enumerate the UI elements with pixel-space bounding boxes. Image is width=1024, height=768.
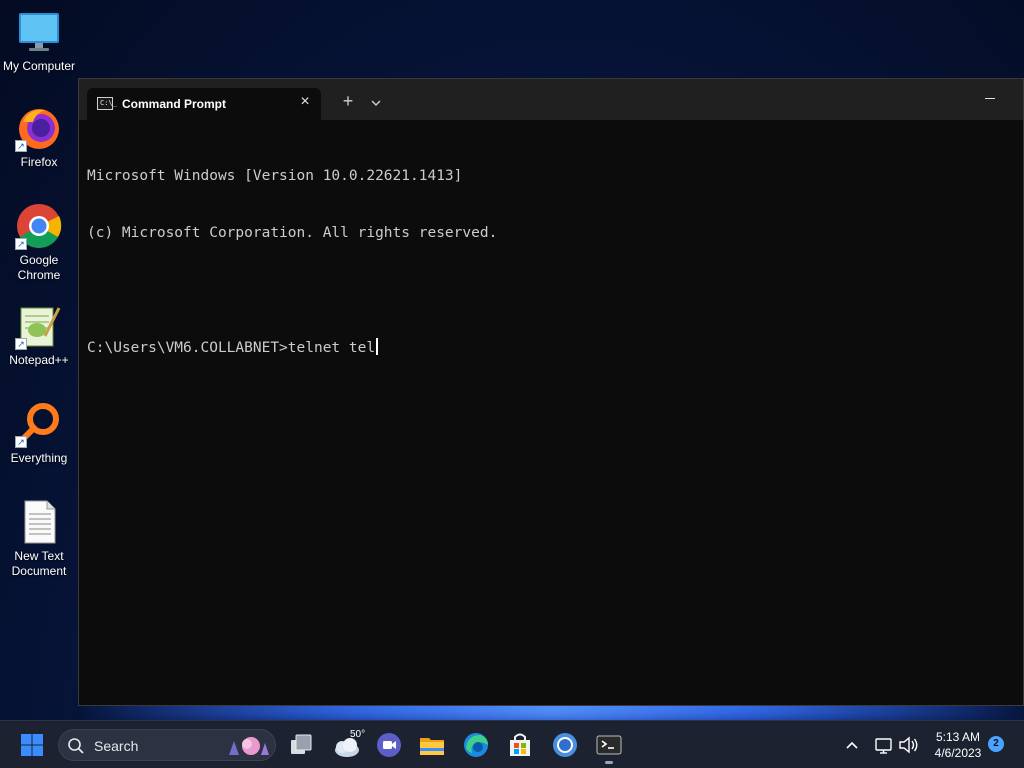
shortcut-arrow-icon: ↗: [15, 436, 27, 448]
search-label: Search: [94, 738, 139, 754]
microsoft-store-button[interactable]: [504, 729, 536, 761]
everything-icon: ↗: [15, 400, 63, 448]
desktop-icon-firefox[interactable]: ↗ Firefox: [0, 104, 78, 170]
console-line: Microsoft Windows [Version 10.0.22621.14…: [87, 168, 463, 184]
desktop-icon-new-text-document[interactable]: New Text Document: [0, 498, 78, 579]
windows-logo-icon: [21, 734, 43, 756]
terminal-taskbar-button[interactable]: [593, 729, 625, 764]
console-output[interactable]: Microsoft Windows [Version 10.0.22621.14…: [87, 129, 1015, 697]
store-icon: [510, 733, 530, 756]
volume-button[interactable]: [892, 729, 924, 761]
weather-temperature: 50°: [350, 729, 366, 740]
taskbar: Search 50° 5:13 AM 4/6/2023: [0, 720, 1024, 768]
search-highlight-art-icon: [229, 737, 269, 755]
search-icon: [68, 738, 84, 754]
desktop-icon-label: My Computer: [2, 59, 76, 73]
shortcut-arrow-icon: ↗: [15, 238, 27, 250]
desktop-icon-notepadpp[interactable]: ↗ Notepad++: [0, 302, 78, 368]
notepadpp-icon: ↗: [15, 302, 63, 350]
tab-command-prompt[interactable]: C:\_ Command Prompt ×: [87, 88, 321, 120]
text-cursor: [376, 338, 379, 355]
desktop-icon-chrome[interactable]: ↗ Google Chrome: [0, 202, 78, 283]
clock-time: 5:13 AM: [935, 730, 981, 744]
folder-icon: [420, 738, 444, 755]
video-chat-icon: [377, 733, 401, 757]
chrome-icon: [553, 733, 577, 757]
desktop-icon-label: New Text Document: [11, 549, 67, 578]
clock-date: 4/6/2023: [934, 746, 982, 760]
weather-widget[interactable]: 50°: [330, 729, 366, 761]
start-button[interactable]: [16, 729, 48, 761]
desktop-icon-label: Google Chrome: [17, 253, 61, 282]
speaker-icon: [899, 736, 918, 754]
taskbar-search[interactable]: Search: [58, 729, 276, 761]
task-view-icon: [291, 734, 312, 754]
monitor-icon: [15, 8, 63, 56]
clock[interactable]: 5:13 AM 4/6/2023: [928, 729, 988, 761]
terminal-window[interactable]: C:\_ Command Prompt × + Microsoft Window…: [78, 78, 1024, 706]
show-hidden-icons-button[interactable]: [836, 729, 868, 761]
title-bar[interactable]: C:\_ Command Prompt × +: [79, 79, 1023, 120]
running-indicator: [605, 761, 613, 764]
shortcut-arrow-icon: ↗: [15, 140, 27, 152]
chrome-icon: ↗: [15, 202, 63, 250]
firefox-icon: ↗: [15, 104, 63, 152]
new-tab-button[interactable]: +: [339, 92, 357, 111]
text-document-icon: [15, 498, 63, 546]
desktop-icon-label: Notepad++: [9, 353, 69, 367]
teams-chat-button[interactable]: [373, 729, 405, 761]
notification-badge[interactable]: 2: [988, 736, 1004, 752]
console-prompt-line[interactable]: C:\Users\VM6.COLLABNET>telnet tel: [87, 338, 1015, 358]
desktop-icon-label: Everything: [10, 451, 68, 465]
desktop-icon-my-computer[interactable]: My Computer: [0, 8, 78, 74]
tab-title: Command Prompt: [122, 97, 227, 111]
desktop-icon-label: Firefox: [20, 155, 58, 169]
chevron-down-icon[interactable]: [369, 96, 383, 108]
desktop-icon-everything[interactable]: ↗ Everything: [0, 400, 78, 466]
terminal-icon: [596, 735, 622, 755]
edge-button[interactable]: [460, 729, 492, 761]
edge-icon: [464, 733, 488, 757]
close-tab-icon[interactable]: ×: [297, 94, 313, 110]
task-view-button[interactable]: [285, 729, 317, 761]
chevron-up-icon: [846, 741, 858, 749]
console-input[interactable]: C:\Users\VM6.COLLABNET>telnet tel: [87, 340, 375, 356]
minimize-button[interactable]: [983, 91, 997, 105]
shortcut-arrow-icon: ↗: [15, 338, 27, 350]
console-line: (c) Microsoft Corporation. All rights re…: [87, 225, 498, 241]
file-explorer-button[interactable]: [416, 729, 448, 761]
chrome-taskbar-button[interactable]: [549, 729, 581, 761]
command-prompt-icon: C:\_: [97, 97, 117, 110]
